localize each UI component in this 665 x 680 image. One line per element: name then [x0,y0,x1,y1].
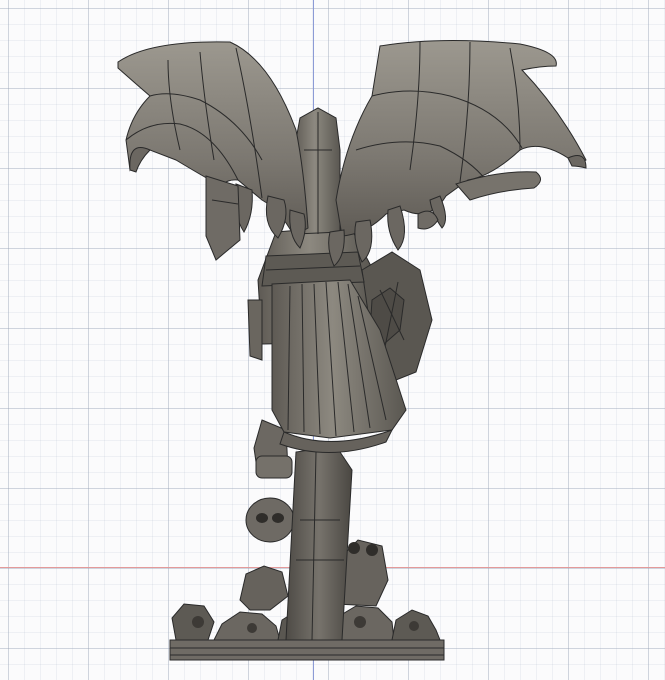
skull-left [245,497,295,543]
pillar [285,445,353,641]
3d-viewport-canvas[interactable] [0,0,665,680]
winged-statue-model[interactable] [0,0,665,680]
left-wing [117,41,309,261]
right-wing [328,39,587,267]
base-plate [169,639,445,661]
